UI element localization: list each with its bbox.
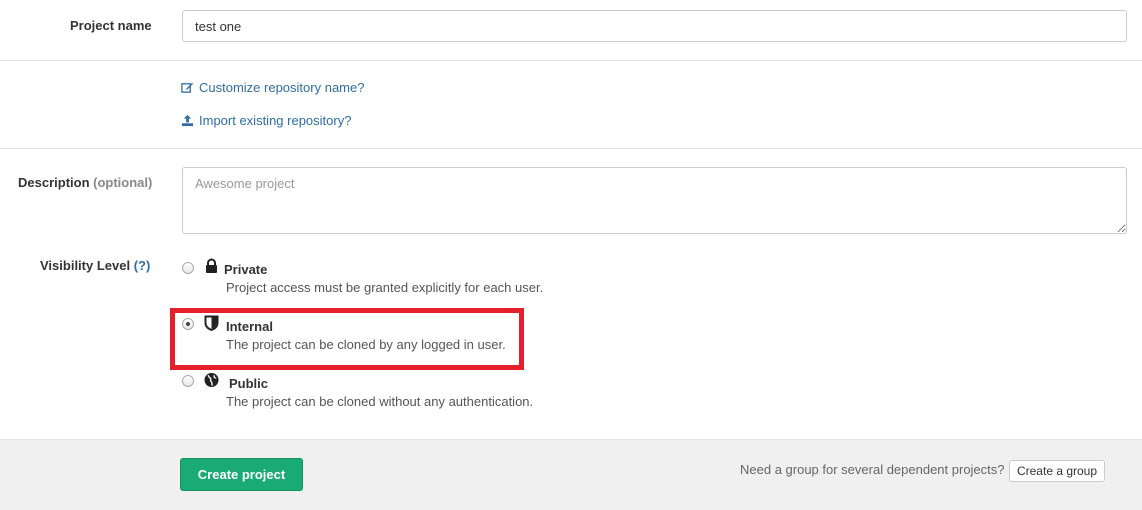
project-name-input[interactable] [182, 10, 1127, 42]
public-title: Public [229, 376, 269, 391]
divider [0, 148, 1142, 149]
private-description: Project access must be granted explicitl… [226, 280, 544, 295]
import-repo-label: Import existing repository? [199, 113, 352, 128]
highlight-box [170, 308, 524, 370]
edit-icon [181, 82, 194, 93]
private-radio[interactable] [182, 262, 194, 274]
customize-repo-label: Customize repository name? [199, 80, 365, 95]
public-radio[interactable] [182, 375, 194, 387]
form-actions: Create project Need a group for several … [0, 439, 1142, 510]
create-group-button[interactable]: Create a group [1009, 460, 1105, 482]
project-name-label: Project name [70, 18, 152, 33]
visibility-label: Visibility Level (?) [40, 258, 151, 273]
description-label: Description (optional) [18, 175, 153, 190]
divider [0, 60, 1142, 61]
group-prompt: Need a group for several dependent proje… [740, 462, 1005, 477]
upload-icon [181, 114, 194, 127]
visibility-help-link[interactable]: (?) [134, 258, 151, 273]
optional-hint: (optional) [93, 175, 153, 190]
create-project-button[interactable]: Create project [180, 458, 303, 491]
description-textarea[interactable] [182, 167, 1127, 234]
public-description: The project can be cloned without any au… [226, 394, 534, 409]
customize-repo-link[interactable]: Customize repository name? [181, 80, 364, 95]
import-repo-link[interactable]: Import existing repository? [181, 113, 351, 128]
private-title: Private [224, 262, 268, 277]
globe-icon [204, 372, 219, 388]
lock-icon [206, 258, 217, 273]
